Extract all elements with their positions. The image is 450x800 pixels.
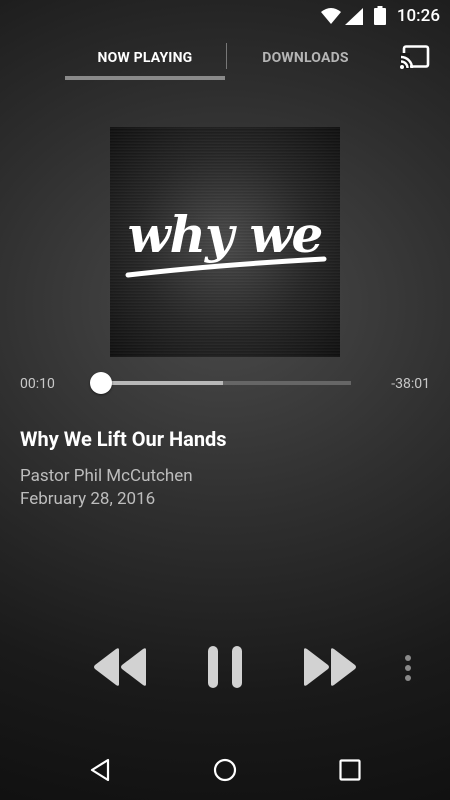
system-nav-bar <box>0 738 450 800</box>
status-time: 10:26 <box>396 6 440 26</box>
cell-signal-icon <box>345 8 363 25</box>
artwork-swash <box>125 256 327 278</box>
seek-thumb[interactable] <box>90 372 112 394</box>
remaining-time: -38:01 <box>391 376 430 392</box>
home-icon[interactable] <box>213 758 237 782</box>
more-vert-icon[interactable] <box>403 654 413 682</box>
tab-active-indicator <box>65 76 225 80</box>
album-artwork: why we <box>110 127 340 357</box>
recents-icon[interactable] <box>339 759 361 781</box>
fast-forward-icon[interactable] <box>302 646 358 688</box>
tab-downloads[interactable]: DOWNLOADS <box>228 32 383 84</box>
track-speaker: Pastor Phil McCutchen <box>20 466 193 486</box>
elapsed-time: 00:10 <box>20 376 55 392</box>
wifi-icon <box>321 8 341 24</box>
cast-icon[interactable] <box>400 45 430 69</box>
rewind-icon[interactable] <box>92 646 148 688</box>
tab-divider <box>226 43 227 69</box>
track-title: Why We Lift Our Hands <box>20 427 227 451</box>
battery-icon <box>374 6 386 25</box>
status-bar: 10:26 <box>0 0 450 32</box>
back-icon[interactable] <box>89 758 111 782</box>
seek-bar-buffered <box>100 381 223 385</box>
pause-icon[interactable] <box>207 645 243 689</box>
track-date: February 28, 2016 <box>20 489 156 509</box>
